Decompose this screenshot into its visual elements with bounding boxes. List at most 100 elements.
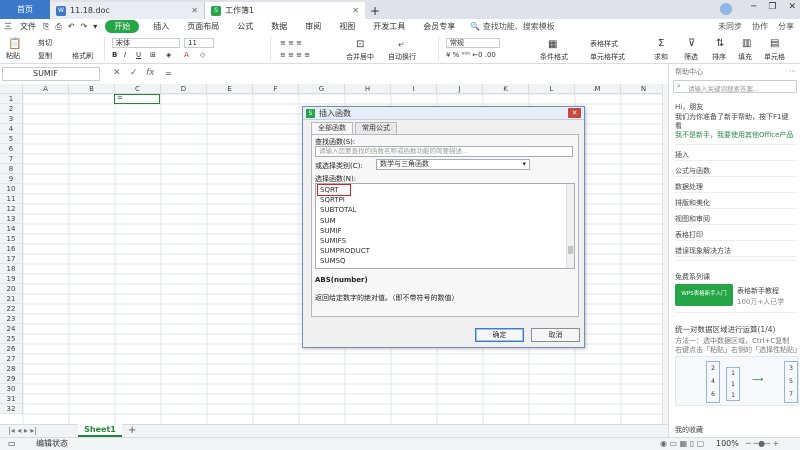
formula-input[interactable]: = xyxy=(165,67,665,81)
view-mode-icons[interactable]: ◉ ▭ ▦ ▯ ▢ xyxy=(660,438,704,450)
menu-review[interactable]: 审阅 xyxy=(296,21,330,32)
help-category-item[interactable]: 错误现象解决方法 xyxy=(675,246,731,256)
course-name[interactable]: 表格新手教程 xyxy=(737,286,779,296)
underline-button[interactable]: U xyxy=(136,51,141,59)
help-search-input[interactable]: ⌕ 请输入关键词搜索答案… xyxy=(673,80,797,93)
row-header[interactable]: 15 xyxy=(0,234,23,244)
column-header[interactable]: C xyxy=(115,84,161,94)
function-item[interactable]: SQRTPI xyxy=(320,195,345,205)
function-search[interactable]: 🔍 查找功能、搜索模板 xyxy=(470,21,555,32)
name-box[interactable]: SUMIF xyxy=(2,67,100,81)
help-category-item[interactable]: 插入 xyxy=(675,150,689,160)
fill-icon[interactable]: ▥ xyxy=(742,38,751,49)
column-header[interactable]: J xyxy=(437,84,483,94)
list-scrollbar[interactable] xyxy=(566,184,574,268)
row-header[interactable]: 20 xyxy=(0,284,23,294)
help-category-item[interactable]: 公式与函数 xyxy=(675,166,710,176)
cells-icon[interactable]: ▤ xyxy=(770,38,779,49)
print-icon[interactable]: ⎙ xyxy=(52,22,64,32)
merge-center-button[interactable]: 合并居中 xyxy=(346,52,374,62)
search-function-input[interactable]: 请输入您要查找的函数名称或函数功能的简要描述... xyxy=(315,146,573,157)
active-cell[interactable]: = xyxy=(114,94,160,104)
fill-button[interactable]: 填充 xyxy=(738,52,752,62)
tab-home[interactable]: 首页 xyxy=(0,0,50,19)
sort-icon[interactable]: ⇅ xyxy=(716,38,724,49)
number-format-icons[interactable]: ¥ % ⁰⁰⁰ ←0 .00 xyxy=(446,51,496,59)
row-header[interactable]: 10 xyxy=(0,184,23,194)
format-painter-button[interactable]: 格式刷 xyxy=(72,51,93,61)
redo-icon[interactable]: ↷ xyxy=(78,22,91,31)
panel-more-icon[interactable]: ⋯ xyxy=(789,67,796,75)
menu-formula[interactable]: 公式 xyxy=(228,21,262,32)
zoom-slider[interactable]: ─ ─●─ + xyxy=(746,438,779,450)
cancel-formula-icon[interactable]: ✕ xyxy=(113,68,121,78)
sheet-tab-sheet1[interactable]: Sheet1 xyxy=(78,424,122,437)
wrap-icon[interactable]: ⤶ xyxy=(398,39,404,50)
row-header[interactable]: 28 xyxy=(0,364,23,374)
conditional-format-button[interactable]: 条件格式 xyxy=(540,52,568,62)
merge-icon[interactable]: ⊡ xyxy=(356,39,364,50)
menu-start[interactable]: 开始 xyxy=(105,20,140,33)
table-style-button[interactable]: 表格样式 xyxy=(590,39,618,49)
function-item[interactable]: SUMIF xyxy=(320,226,342,236)
cells-button[interactable]: 单元格 xyxy=(764,52,785,62)
row-header[interactable]: 6 xyxy=(0,144,23,154)
menu-data[interactable]: 数据 xyxy=(262,21,296,32)
wrap-text-button[interactable]: 自动换行 xyxy=(388,52,416,62)
row-header[interactable]: 2 xyxy=(0,104,23,114)
conditional-format-icon[interactable]: ▦ xyxy=(548,39,557,50)
restore-button[interactable]: ❐ xyxy=(768,2,776,12)
add-sheet-button[interactable]: + xyxy=(128,425,136,436)
close-icon[interactable]: ✕ xyxy=(352,6,359,15)
sync-status[interactable]: 未同步 xyxy=(718,21,742,32)
close-window-button[interactable]: ✕ xyxy=(788,2,796,12)
row-header[interactable]: 32 xyxy=(0,404,23,414)
sum-icon[interactable]: Σ xyxy=(658,38,664,49)
help-category-item[interactable]: 表格打印 xyxy=(675,230,703,240)
row-header[interactable]: 24 xyxy=(0,324,23,334)
column-header[interactable]: B xyxy=(69,84,115,94)
row-header[interactable]: 9 xyxy=(0,174,23,184)
align-icon[interactable]: ≡ ≡ ≡ ≡ xyxy=(280,51,310,59)
row-header[interactable]: 4 xyxy=(0,124,23,134)
row-header[interactable]: 19 xyxy=(0,274,23,284)
tab-workbook[interactable]: S 工作簿1 ✕ xyxy=(205,2,365,19)
row-header[interactable]: 29 xyxy=(0,374,23,384)
row-header[interactable]: 26 xyxy=(0,344,23,354)
italic-button[interactable]: I xyxy=(124,51,126,59)
category-select[interactable]: 数学与三角函数 ▾ xyxy=(376,159,530,170)
paste-button[interactable]: 粘贴 xyxy=(6,51,20,61)
menu-insert[interactable]: 插入 xyxy=(144,21,178,32)
undo-icon[interactable]: ↶ xyxy=(65,22,78,31)
help-category-item[interactable]: 排版和美化 xyxy=(675,198,710,208)
more-icon[interactable]: ▾ xyxy=(90,22,100,31)
row-header[interactable]: 16 xyxy=(0,244,23,254)
row-header[interactable]: 18 xyxy=(0,264,23,274)
row-header[interactable]: 1 xyxy=(0,94,23,104)
column-header[interactable]: G xyxy=(299,84,345,94)
column-header[interactable]: L xyxy=(529,84,575,94)
border-icon[interactable]: ⊞ xyxy=(150,51,156,59)
row-header[interactable]: 30 xyxy=(0,384,23,394)
save-icon[interactable]: ⎘ xyxy=(40,22,52,32)
font-name-select[interactable]: 宋体 xyxy=(112,38,180,48)
function-list[interactable]: SQRT SQRTPI SUBTOTAL SUM SUMIF SUMIFS SUMPRODU… xyxy=(315,183,575,269)
help-category-item[interactable]: 视图和审阅 xyxy=(675,214,710,224)
favorites-link[interactable]: 我的收藏 xyxy=(675,425,703,435)
zoom-level[interactable]: 100% xyxy=(716,438,739,450)
menu-file[interactable]: 文件 xyxy=(16,21,40,32)
close-icon[interactable]: ✕ xyxy=(191,6,198,15)
function-item[interactable]: SUMIFS xyxy=(320,236,346,246)
column-header[interactable]: N xyxy=(621,84,662,94)
tab-common-formulas[interactable]: 常用公式 xyxy=(355,122,397,134)
column-header[interactable]: E xyxy=(207,84,253,94)
tab-document[interactable]: W 11.18.doc ✕ xyxy=(50,2,205,19)
menu-view[interactable]: 视图 xyxy=(330,21,364,32)
row-header[interactable]: 7 xyxy=(0,154,23,164)
column-header[interactable]: K xyxy=(483,84,529,94)
row-header[interactable]: 27 xyxy=(0,354,23,364)
copy-button[interactable]: 复制 xyxy=(38,51,52,61)
column-header[interactable]: I xyxy=(391,84,437,94)
course-thumbnail[interactable]: WPS表格新手入门 xyxy=(675,284,733,306)
row-header[interactable]: 13 xyxy=(0,214,23,224)
